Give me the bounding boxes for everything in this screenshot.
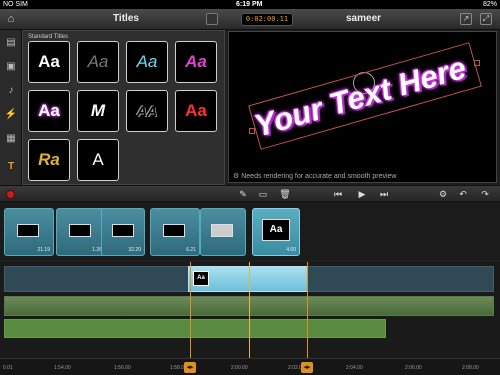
battery-label: 82% xyxy=(482,1,497,8)
clip-thumbnail xyxy=(17,224,39,237)
clip-thumbnail xyxy=(69,224,91,237)
video-clip[interactable]: 6.21 xyxy=(150,208,200,256)
title-style-tile[interactable]: Aa xyxy=(126,41,168,83)
playhead[interactable] xyxy=(249,262,250,372)
title-style-tile[interactable]: Aa xyxy=(175,41,217,83)
trim-marker-end[interactable] xyxy=(307,262,308,358)
trim-handle-end[interactable]: ◂▸ xyxy=(301,362,313,373)
title-style-tile[interactable]: M xyxy=(77,90,119,132)
clip-duration: 6.21 xyxy=(186,247,196,253)
top-toolbar: ⌂ Titles 0:02:00.11 sameer ↗ ⤢ xyxy=(0,9,500,30)
render-note: ⚙ Needs rendering for accurate and smoot… xyxy=(233,173,397,180)
ruler-tick: 2:06.00 xyxy=(405,365,422,371)
music-library-icon[interactable]: ♪ xyxy=(4,84,18,98)
skip-forward-icon[interactable]: ⏭ xyxy=(377,187,391,201)
storyboard: 21.19 1.26 32.20 6.21 Aa 4.00 xyxy=(0,202,500,260)
resize-handle[interactable] xyxy=(249,128,255,134)
trim-handle-start[interactable]: ◂▸ xyxy=(184,362,196,373)
redo-icon[interactable]: ↷ xyxy=(478,187,492,201)
photo-library-icon[interactable]: ▣ xyxy=(4,60,18,74)
title-text-overlay[interactable]: Your Text Here xyxy=(248,41,482,151)
titles-panel: Standard Titles Aa Aa Aa Aa Aa M AA Aa R… xyxy=(22,30,225,185)
clip-duration: 4.00 xyxy=(286,247,296,253)
carrier-label: NO SIM xyxy=(3,1,28,8)
undo-icon[interactable]: ↶ xyxy=(456,187,470,201)
trim-marker-start[interactable] xyxy=(190,262,191,358)
ruler-tick: 2:04.00 xyxy=(346,365,363,371)
home-icon[interactable]: ⌂ xyxy=(4,12,18,26)
ruler-tick: 2:08.00 xyxy=(462,365,479,371)
time-ruler[interactable]: 0.01 1:54.00 1:56.00 1:58.00 2:00.00 2:0… xyxy=(0,358,500,375)
clock: 6:19 PM xyxy=(236,1,263,8)
clip-thumbnail xyxy=(112,224,134,237)
photo-clip[interactable] xyxy=(200,208,246,256)
clip-thumbnail xyxy=(163,224,185,237)
title-style-tile[interactable]: Aa xyxy=(28,41,70,83)
title-clip-thumbnail: Aa xyxy=(193,271,209,286)
media-category-bar: ▤ ▣ ♪ ⚡ ▦ T xyxy=(0,30,22,185)
ruler-tick: 0.01 xyxy=(3,365,13,371)
clip-duration: 21.19 xyxy=(37,247,50,253)
play-icon[interactable]: ▶ xyxy=(355,187,369,201)
ruler-tick: 2:00.00 xyxy=(231,365,248,371)
project-title: sameer xyxy=(346,13,382,24)
export-icon[interactable]: ↗ xyxy=(460,13,472,25)
wrench-icon[interactable]: ✎ xyxy=(236,187,250,201)
video-preview[interactable]: Your Text Here ⚙ Needs rendering for acc… xyxy=(228,31,497,183)
title-style-tile[interactable]: AA xyxy=(126,90,168,132)
trash-icon[interactable]: 🗑 xyxy=(278,187,292,201)
video-library-icon[interactable]: ▤ xyxy=(4,36,18,50)
montage-icon[interactable]: ▦ xyxy=(4,132,18,146)
video-clip[interactable]: 1.26 xyxy=(56,208,106,256)
timecode-display: 0:02:00.11 xyxy=(241,13,293,26)
video-clip[interactable]: 21.19 xyxy=(4,208,54,256)
title-style-tile[interactable]: Aa xyxy=(77,41,119,83)
ruler-tick: 1:56.00 xyxy=(114,365,131,371)
record-icon[interactable] xyxy=(6,190,15,199)
video-clip[interactable]: 32.20 xyxy=(101,208,145,256)
settings-icon[interactable]: ⚙ xyxy=(436,187,450,201)
filmstrip-toggle-icon[interactable] xyxy=(206,13,218,25)
music-track[interactable] xyxy=(4,319,386,338)
titles-icon[interactable]: T xyxy=(4,160,18,174)
split-clip-icon[interactable]: ▭ xyxy=(256,187,270,201)
title-style-tile[interactable]: Ra xyxy=(28,139,70,181)
timeline[interactable]: Aa xyxy=(0,262,500,372)
resize-handle[interactable] xyxy=(474,60,480,66)
transitions-icon[interactable]: ⚡ xyxy=(4,108,18,122)
title-style-tile[interactable]: Aa xyxy=(175,90,217,132)
title-style-tile[interactable]: Aa xyxy=(28,90,70,132)
title-style-tile[interactable]: A xyxy=(77,139,119,181)
clip-thumbnail xyxy=(211,224,233,237)
clip-duration: 32.20 xyxy=(128,247,141,253)
playback-toolbar: ✎ ▭ 🗑 ⏮ ▶ ⏭ ⚙ ↶ ↷ xyxy=(0,185,500,202)
ruler-tick: 1:54.00 xyxy=(54,365,71,371)
section-label: Standard Titles xyxy=(28,34,69,40)
fullscreen-icon[interactable]: ⤢ xyxy=(480,13,492,25)
panel-title: Titles xyxy=(113,13,139,24)
title-clip[interactable]: Aa 4.00 xyxy=(252,208,300,256)
skip-back-icon[interactable]: ⏮ xyxy=(331,187,345,201)
status-bar: NO SIM 6:19 PM 82% xyxy=(0,0,500,9)
title-clip-thumbnail: Aa xyxy=(262,219,290,241)
